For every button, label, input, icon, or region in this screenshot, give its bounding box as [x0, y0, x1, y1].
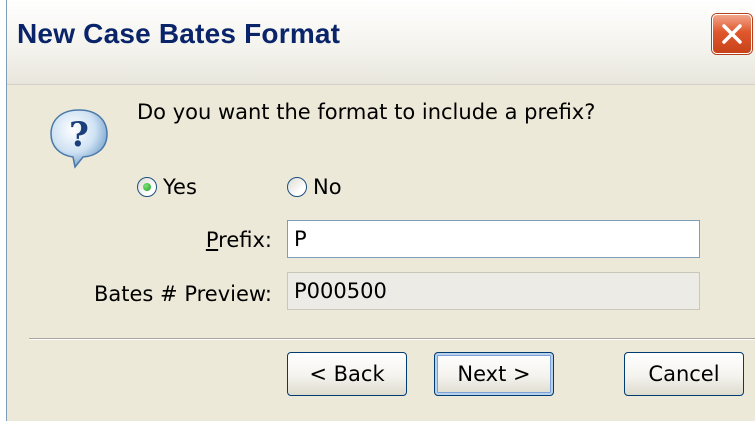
prefix-label-text: refix: [218, 228, 272, 252]
question-mark-icon: ? [50, 109, 108, 169]
radio-no[interactable]: No [287, 172, 342, 202]
next-button[interactable]: Next > [434, 352, 554, 396]
prefix-access-key: P [205, 228, 219, 252]
cancel-button[interactable]: Cancel [624, 352, 744, 396]
back-button[interactable]: < Back [287, 352, 407, 396]
close-x-icon [722, 24, 742, 44]
radio-circle-selected[interactable] [137, 177, 157, 197]
radio-yes-label[interactable]: Yes [163, 175, 197, 199]
title-bar[interactable]: New Case Bates Format [7, 0, 755, 85]
close-button[interactable] [712, 14, 752, 54]
question-text: Do you want the format to include a pref… [137, 100, 596, 124]
separator [29, 338, 755, 340]
svg-text:?: ? [69, 115, 89, 155]
window-title: New Case Bates Format [17, 18, 341, 49]
radio-circle[interactable] [287, 177, 307, 197]
radio-selected-dot [143, 183, 151, 191]
prefix-label: Prefix: [157, 228, 272, 252]
prefix-input[interactable] [287, 220, 700, 258]
new-case-bates-format-dialog: New Case Bates Format ? Do you want the … [6, 0, 755, 421]
radio-no-label[interactable]: No [313, 175, 342, 199]
bates-preview-field: P000500 [287, 272, 700, 310]
preview-label: Bates # Preview: [94, 282, 272, 306]
radio-yes[interactable]: Yes [137, 172, 197, 202]
